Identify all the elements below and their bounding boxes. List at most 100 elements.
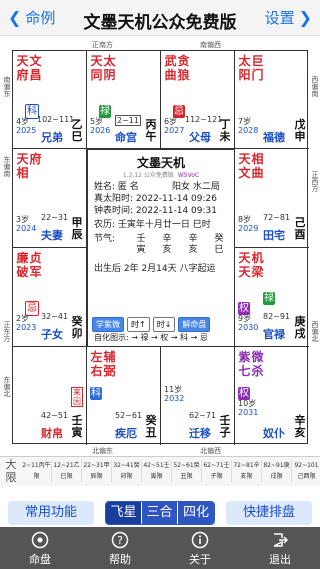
zhi-text: 戌 [294,327,306,340]
zhi-text: 丑 [145,426,157,439]
sizhu-char: 亥 [188,245,198,255]
dayun-item[interactable]: 2~11丙午限 [22,460,52,482]
palace-name: 财帛 [41,427,63,440]
dayun-bar: 大限 2~11丙午限 12~21乙巳限 22~31甲辰限 32~41癸卯限 42… [0,456,320,486]
direction-label: 东偏南 [3,156,11,177]
dayun-item[interactable]: 32~41癸卯限 [112,460,142,482]
palace-mao[interactable]: 廉破贞军 忌 2岁 2023 32~41 子女 癸卯 [13,248,87,347]
palace-range: 102~111 [37,115,75,124]
palace-stars: 廉破贞军 [16,251,42,279]
palace-zi[interactable]: 11岁 2032 62~71 迁移 壬子 [161,347,235,445]
name-line: 姓名: 匿 名 [94,182,139,192]
palace-name: 兄弟 [41,131,63,144]
learn-ziwei-button[interactable]: 学紫微 [92,317,124,332]
palace-chou[interactable]: 左右辅弼 科 52~61 疾厄 癸丑 [87,347,161,445]
clock-time-line: 钟表时间: 2022-11-14 09:31 [94,206,217,216]
sizhu-label: 节气: [94,234,116,244]
dayun-item[interactable]: 72~81辛亥限 [232,460,262,482]
palace-stars: 紫七微杀 [238,350,264,378]
info-icon [191,531,209,549]
star-text: 天府 [16,54,29,82]
palace-ganzhi: 癸丑 [145,415,157,439]
tab-chart[interactable]: 命盘 [0,527,80,569]
age-text: 6岁 [164,117,178,126]
star-text: 府 [29,152,42,166]
palace-age: 2岁 2023 [16,314,36,332]
sizhu-char: 壬 [136,234,146,244]
palace-name: 官禄 [263,328,285,341]
quick-chart-button[interactable]: 快捷排盘 [226,501,312,525]
palace-ganzhi: 癸卯 [71,316,83,340]
palace-ganzhi: 辛亥 [294,415,306,439]
palace-name: 奴仆 [263,427,285,440]
time-up-button[interactable]: 时↑ [127,317,150,332]
palace-yin[interactable]: 来因 42~51 财帛 壬寅 [13,347,87,445]
palace-range: 112~121 [185,115,223,124]
dayun-item[interactable]: 12~21乙巳限 [52,460,82,482]
tab-about[interactable]: 关于 [160,527,240,569]
palace-wei[interactable]: 武曲贪狼 忌 6岁 2027 112~121 父母 丁未 [161,51,235,149]
dayun-list: 2~11丙午限 12~21乙巳限 22~31甲辰限 32~41癸卯限 42~51… [22,460,320,482]
mode-sihua[interactable]: 四化 [178,502,214,524]
chart-grid: 天府文昌 科 4岁 2025 102~111 兄弟 乙巳 天同太阴 禄 5岁 202… [12,50,309,445]
zhi-text: 申 [294,130,306,143]
direction-label: 正西方 [311,171,319,192]
mode-feixing[interactable]: 飞星 [106,502,142,524]
birth-line: 出生后 2年 2月14天 八字起运 [94,264,216,274]
palace-range: 42~51 [41,411,69,420]
solar-time-line: 真太阳时: 2022-11-14 09:26 [94,194,217,204]
palace-wu[interactable]: 天同太阴 禄 5岁 2026 2~11 命宫 丙午 [87,51,161,149]
settings-label: 设置 [264,9,295,27]
dayun-item[interactable]: 82~91庚戌限 [262,460,292,482]
common-functions-button[interactable]: 常用功能 [8,501,94,525]
star-text: 贞军 [29,251,42,279]
palace-ganzhi: 丁未 [219,119,231,143]
palace-name: 父母 [189,131,211,144]
age-text: 10岁 [238,399,257,408]
palace-chen[interactable]: 天相府 3岁 2024 22~31 夫妻 甲辰 [13,149,87,248]
palace-shen[interactable]: 太阳巨门 7岁 2028 福德 戊申 [235,51,309,149]
dayun-item[interactable]: 92~101己酉限 [292,460,320,482]
palace-si[interactable]: 天府文昌 科 4岁 2025 102~111 兄弟 乙巳 [13,51,87,149]
star-text: 辅弼 [103,350,116,378]
svg-text:?: ? [117,534,123,547]
settings-button[interactable]: 设置 ❯ [265,7,312,28]
interpret-chart-button[interactable]: 解命盘 [178,317,211,332]
palace-xu[interactable]: 天天机梁 禄 权 9岁 2030 82~91 官禄 庚戌 [235,248,309,347]
year-text: 2023 [16,323,37,332]
dayun-item[interactable]: 42~51壬寅限 [142,460,172,482]
mode-sanhe[interactable]: 三合 [142,502,178,524]
star-text: 紫七 [238,350,251,378]
time-down-button[interactable]: 时↓ [152,317,176,332]
center-button-row: 学紫微 时↑ 时↓ 解命盘 [92,317,211,332]
palace-you[interactable]: 天文相曲 8岁 2029 72~81 田宅 己酉 [235,149,309,248]
zhi-text: 巳 [71,130,83,143]
star-text: 廉破 [16,251,29,279]
star-text: 天文 [238,152,251,180]
palace-ganzhi: 戊申 [294,119,306,143]
palace-name: 田宅 [263,229,285,242]
star-text: 贪狼 [177,54,190,82]
dayun-item[interactable]: 62~71壬子限 [202,460,232,482]
direction-label: 西偏北 [311,321,319,342]
palace-range: 82~91 [263,312,291,321]
tab-exit[interactable]: 退出 [240,527,320,569]
palace-range: 72~81 [263,213,291,222]
dayun-label: 大限 [5,458,17,484]
palace-age: 5岁 2026 [90,117,110,135]
palace-name: 迁移 [189,427,211,440]
palace-age: 9岁 2030 [238,314,258,332]
self-hua-legend: 自化图示: → 禄 → 权 → 科 → 忌 [94,333,208,342]
palace-hai[interactable]: 紫七微杀 权 10岁 2031 奴仆 辛亥 [235,347,309,445]
palace-age: 8岁 2029 [238,215,258,233]
version-tag: W5VoC [177,172,200,179]
sizhu-col: 壬寅 [134,234,148,256]
dayun-item[interactable]: 52~61癸丑限 [172,460,202,482]
sizhu-col: 癸巳 [212,234,226,256]
palace-name: 福德 [263,131,285,144]
tab-help[interactable]: ? 帮助 [80,527,160,569]
year-text: 2024 [16,224,37,233]
zhi-text: 酉 [294,228,306,241]
dayun-item[interactable]: 22~31甲辰限 [82,460,112,482]
palace-age: 7岁 2028 [238,117,258,135]
